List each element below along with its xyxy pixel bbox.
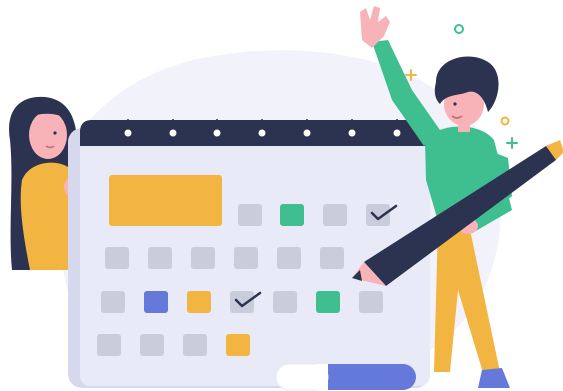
calendar-day-cell — [191, 247, 215, 269]
calendar-illustration — [0, 0, 563, 391]
calendar-day-cell — [183, 334, 207, 356]
calendar-day-cell — [238, 204, 262, 226]
calendar-day-cell — [273, 291, 297, 313]
illustration-canvas — [9, 6, 563, 391]
calendar-day-cell — [148, 247, 172, 269]
eraser-icon — [275, 363, 416, 391]
calendar-day-cell-highlight — [226, 334, 250, 356]
calendar-day-cell — [105, 247, 129, 269]
calendar-day-cell — [277, 247, 301, 269]
calendar-day-cell — [359, 291, 383, 313]
calendar-day-cell-highlight — [187, 291, 211, 313]
calendar-day-cell — [234, 247, 258, 269]
calendar-day-cell-highlight — [316, 291, 340, 313]
calendar-day-cell-highlight — [280, 204, 304, 226]
calendar-day-cell — [230, 291, 254, 313]
circle-icon — [454, 24, 464, 34]
calendar-day-cell — [320, 247, 344, 269]
calendar — [68, 119, 430, 388]
calendar-day-cell — [101, 291, 125, 313]
calendar-day-cell-highlight — [144, 291, 168, 313]
calendar-day-cell — [366, 204, 390, 226]
calendar-day-cell — [323, 204, 347, 226]
calendar-day-cell — [140, 334, 164, 356]
sparkle-icon — [506, 137, 518, 149]
calendar-title-block — [109, 175, 222, 226]
calendar-day-cell — [97, 334, 121, 356]
circle-icon — [500, 116, 510, 126]
